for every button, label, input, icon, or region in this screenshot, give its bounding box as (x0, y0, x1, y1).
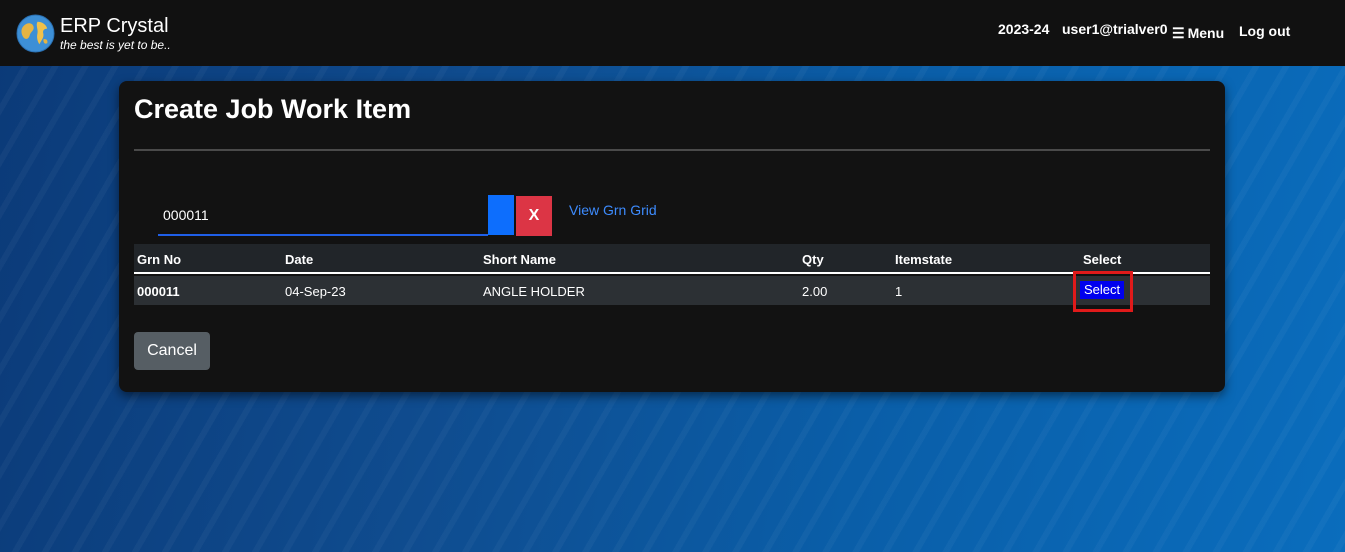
user-name: user1@trialver0 (1062, 21, 1168, 37)
table-header: Grn No Date Short Name Qty Itemstate Sel… (134, 244, 1210, 274)
header-short-name: Short Name (483, 252, 556, 267)
header-grn-no: Grn No (137, 252, 182, 267)
brand-name: ERP Crystal (60, 15, 169, 37)
cell-itemstate: 1 (895, 284, 903, 299)
brand-tagline: the best is yet to be.. (60, 38, 171, 52)
brand[interactable]: ERP Crystal the best is yet to be.. (16, 14, 171, 53)
header-date: Date (285, 252, 314, 267)
cell-short-name: ANGLE HOLDER (483, 284, 585, 299)
page-title: Create Job Work Item (134, 94, 412, 124)
clear-button[interactable]: X (516, 196, 552, 236)
grn-search-field[interactable] (158, 195, 488, 236)
logout-link[interactable]: Log out (1239, 23, 1290, 39)
header-select: Select (1083, 252, 1122, 267)
search-button[interactable] (488, 195, 514, 235)
financial-year: 2023-24 (998, 21, 1050, 37)
top-navbar: ERP Crystal the best is yet to be.. 2023… (0, 0, 1345, 66)
create-job-work-card: Create Job Work Item X View Grn Grid Grn… (119, 81, 1225, 392)
globe-icon (16, 14, 55, 53)
menu-label: Menu (1187, 25, 1225, 41)
hamburger-icon: ☰ (1172, 25, 1185, 41)
menu-button[interactable]: ☰ Menu (1172, 25, 1224, 42)
cell-date: 04-Sep-23 (285, 284, 346, 299)
cancel-button[interactable]: Cancel (134, 332, 210, 370)
cell-qty: 2.00 (802, 284, 828, 299)
header-qty: Qty (802, 252, 824, 267)
select-highlight (1073, 271, 1133, 312)
cell-grn-no: 000011 (137, 284, 180, 299)
grn-search-input[interactable] (158, 195, 488, 234)
title-divider (134, 149, 1210, 151)
header-itemstate: Itemstate (895, 252, 953, 267)
table-row: 000011 04-Sep-23 ANGLE HOLDER 2.00 1 Sel… (134, 276, 1210, 305)
view-grn-grid-link[interactable]: View Grn Grid (569, 202, 657, 218)
